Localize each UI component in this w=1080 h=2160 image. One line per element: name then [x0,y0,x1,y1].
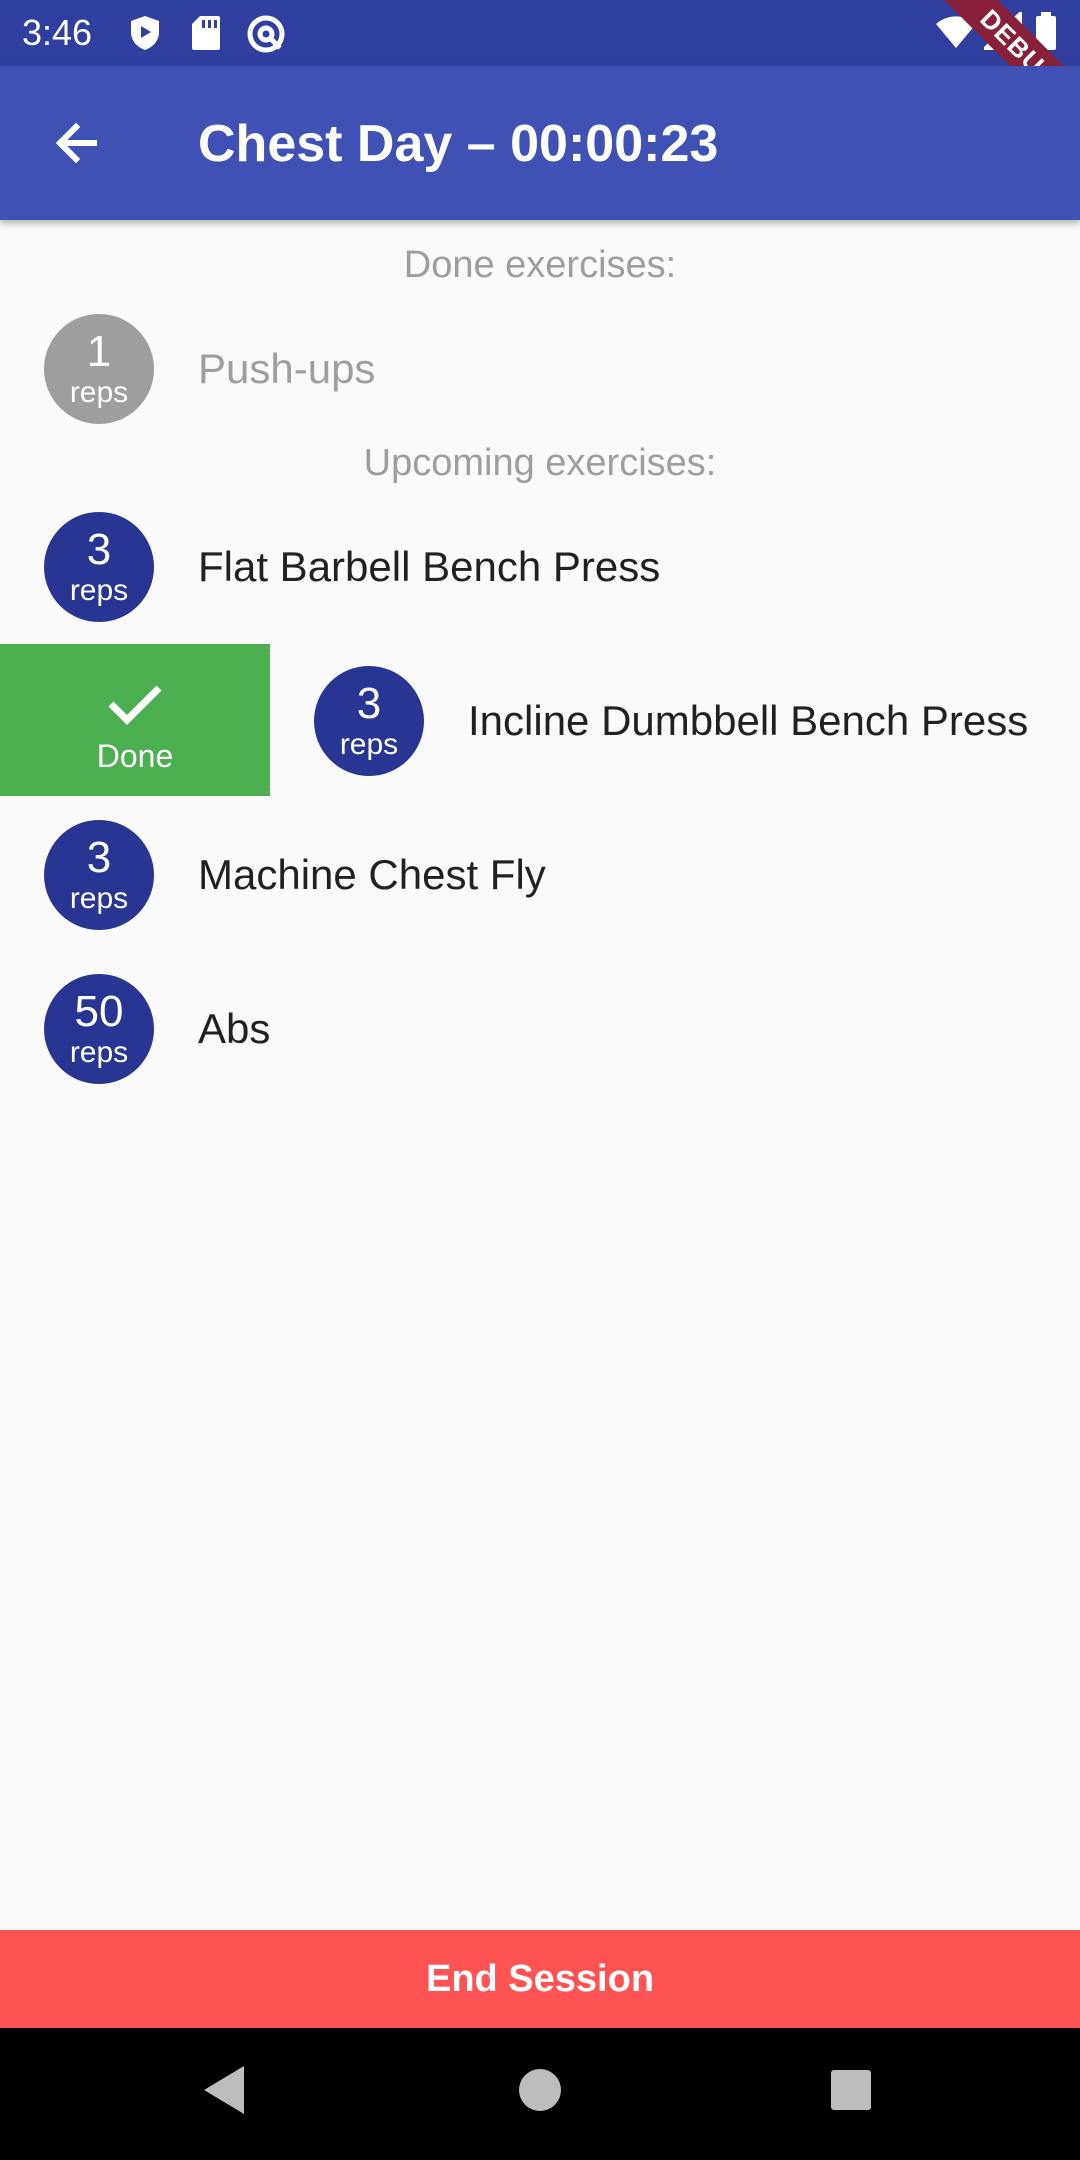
upcoming-exercise-row[interactable]: 3 reps Machine Chest Fly [0,798,1080,952]
sd-card-icon [192,16,220,50]
app-bar: Chest Day – 00:00:23 [0,66,1080,220]
end-session-button[interactable]: End Session [0,1930,1080,2028]
reps-count: 50 [74,987,124,1036]
reps-badge: 50 reps [44,974,154,1084]
reps-badge: 3 reps [314,666,424,776]
mark-done-action[interactable]: Done [0,644,270,796]
reps-unit: reps [69,1036,129,1069]
status-time: 3:46 [22,12,93,53]
reps-badge: 1 reps [44,314,154,424]
at-sign-icon [247,15,285,53]
exercise-name: Push-ups [198,345,376,392]
shield-icon [131,16,159,50]
exercise-name: Flat Barbell Bench Press [198,543,661,590]
reps-badge: 3 reps [44,820,154,930]
exercise-name: Machine Chest Fly [198,851,546,898]
done-section-label: Done exercises: [403,244,677,286]
upcoming-exercise-row-swiped[interactable]: 3 reps Incline Dumbbell Bench Press [270,644,1080,798]
reps-count: 3 [356,679,382,728]
done-exercise-row[interactable]: 1 reps Push-ups [0,292,1080,446]
check-icon [108,685,162,725]
mark-done-label: Done [96,738,174,774]
upcoming-exercise-row[interactable]: 3 reps Flat Barbell Bench Press [0,490,1080,644]
reps-count: 1 [86,327,112,376]
back-triangle-icon[interactable] [200,2062,250,2118]
page-title: Chest Day – 00:00:23 [198,115,719,173]
reps-unit: reps [69,574,129,607]
reps-unit: reps [69,882,129,915]
reps-count: 3 [86,525,112,574]
upcoming-section-label: Upcoming exercises: [363,442,717,484]
reps-badge: 3 reps [44,512,154,622]
status-bar: 3:46 DEBUG [0,0,1080,155]
reps-unit: reps [339,728,399,761]
reps-count: 3 [86,833,112,882]
navigation-bar [0,2028,1080,2160]
exercise-name: Abs [198,1005,271,1052]
reps-unit: reps [69,376,129,409]
exercise-name: Incline Dumbbell Bench Press [468,697,1029,744]
arrow-back-icon[interactable] [44,110,110,176]
home-circle-icon[interactable] [516,2062,564,2118]
recents-square-icon[interactable] [828,2062,874,2118]
upcoming-exercise-row[interactable]: 50 reps Abs [0,952,1080,1106]
